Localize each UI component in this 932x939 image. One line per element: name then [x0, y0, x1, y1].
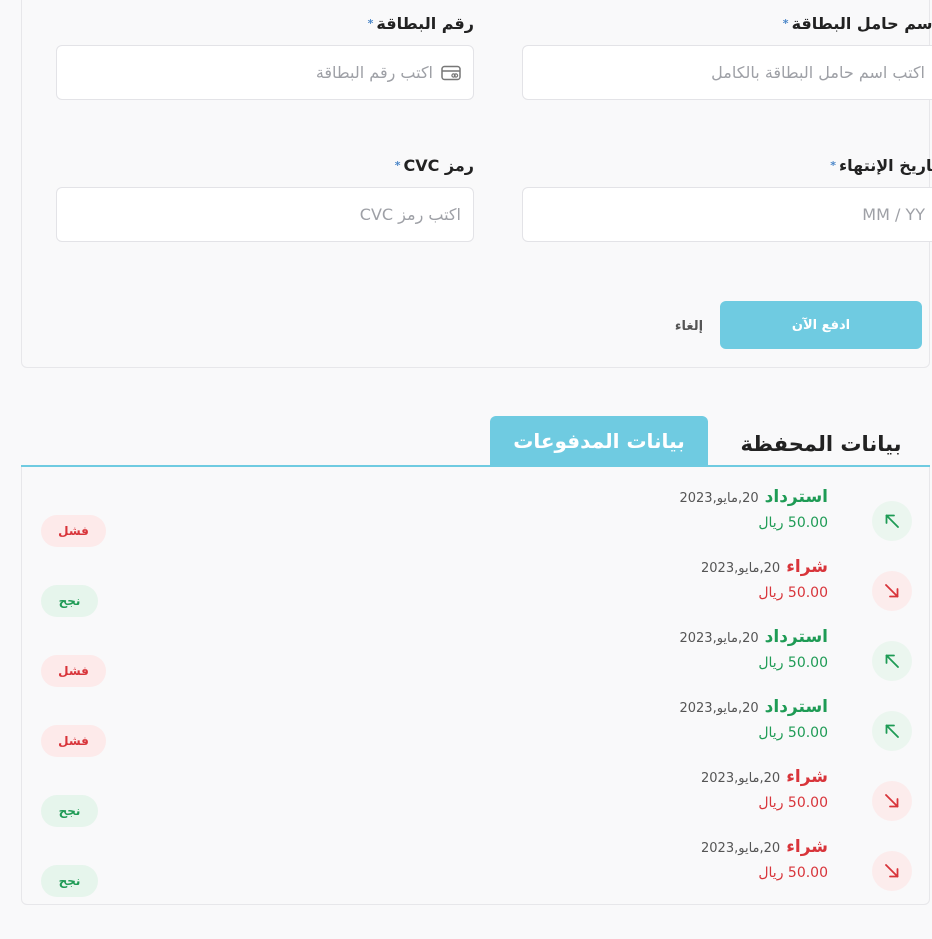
transaction-type: استرداد: [764, 487, 828, 507]
tab-payments-data[interactable]: بيانات المدفوعات: [490, 416, 708, 466]
transaction-type-icon: [872, 781, 912, 821]
transaction-date: 20,مايو,2023: [679, 631, 759, 646]
transaction-type-icon: [872, 851, 912, 891]
status-badge: نجح: [41, 585, 98, 617]
arrow-up-left-icon: [885, 514, 899, 528]
transaction-type: شراء: [786, 557, 828, 577]
transaction-type: شراء: [786, 767, 828, 787]
card-number-field: رقم البطاقة* اكتب رقم البطاقة: [56, 13, 474, 100]
cardholder-name-placeholder: اكتب اسم حامل البطاقة بالكامل: [711, 63, 925, 82]
transaction-details: استرداد 20,مايو,2023 50.00 ريال: [679, 627, 828, 671]
expiry-date-label: تاريخ الإنتهاء*: [830, 156, 932, 175]
transaction-date: 20,مايو,2023: [679, 491, 759, 506]
transaction-details: استرداد 20,مايو,2023 50.00 ريال: [679, 487, 828, 531]
transaction-date: 20,مايو,2023: [701, 841, 781, 856]
transactions-list: استرداد 20,مايو,2023 50.00 ريال فشل شراء 20,م…: [21, 467, 930, 905]
cardholder-name-input[interactable]: اكتب اسم حامل البطاقة بالكامل: [522, 45, 932, 100]
expiry-date-field: تاريخ الإنتهاء* MM / YY: [522, 155, 932, 242]
transaction-type: استرداد: [764, 627, 828, 647]
transaction-date: 20,مايو,2023: [701, 771, 781, 786]
transaction-type: شراء: [786, 837, 828, 857]
status-badge: نجح: [41, 795, 98, 827]
cancel-button[interactable]: إلغاء: [667, 315, 711, 337]
cvc-input[interactable]: اكتب رمز CVC: [56, 187, 474, 242]
transaction-date: 20,مايو,2023: [701, 561, 781, 576]
arrow-down-right-icon: [885, 794, 899, 808]
card-number-label: رقم البطاقة*: [367, 14, 474, 33]
transaction-row: شراء 20,مايو,2023 50.00 ريال نجح: [22, 767, 929, 827]
status-badge: فشل: [41, 725, 106, 757]
transaction-amount: 50.00 ريال: [758, 585, 828, 601]
transaction-type: استرداد: [764, 697, 828, 717]
transaction-details: شراء 20,مايو,2023 50.00 ريال: [701, 837, 828, 881]
arrow-up-left-icon: [885, 654, 899, 668]
transaction-row: استرداد 20,مايو,2023 50.00 ريال فشل: [22, 627, 929, 687]
cvc-field: رمز CVC* اكتب رمز CVC: [56, 155, 474, 242]
pay-now-button[interactable]: ادفع الآن: [720, 301, 922, 349]
transaction-amount: 50.00 ريال: [758, 795, 828, 811]
arrow-down-right-icon: [885, 864, 899, 878]
required-mark: *: [782, 17, 789, 30]
transaction-type-icon: [872, 501, 912, 541]
required-mark: *: [394, 159, 401, 172]
transaction-amount: 50.00 ريال: [758, 655, 828, 671]
required-mark: *: [367, 17, 374, 30]
cardholder-name-label: اسم حامل البطاقة*: [782, 14, 932, 33]
transaction-amount: 50.00 ريال: [758, 515, 828, 531]
transaction-type-icon: [872, 711, 912, 751]
transaction-type-icon: [872, 641, 912, 681]
card-number-input[interactable]: اكتب رقم البطاقة: [56, 45, 474, 100]
expiry-date-placeholder: MM / YY: [862, 205, 925, 224]
transaction-details: شراء 20,مايو,2023 50.00 ريال: [701, 767, 828, 811]
cardholder-name-field: اسم حامل البطاقة* اكتب اسم حامل البطاقة …: [522, 13, 932, 100]
card-payment-form: اسم حامل البطاقة* اكتب اسم حامل البطاقة …: [21, 0, 932, 368]
card-number-placeholder: اكتب رقم البطاقة: [315, 63, 433, 82]
expiry-date-input[interactable]: MM / YY: [522, 187, 932, 242]
status-badge: فشل: [41, 655, 106, 687]
credit-card-icon: [441, 65, 461, 80]
transaction-details: شراء 20,مايو,2023 50.00 ريال: [701, 557, 828, 601]
transaction-details: استرداد 20,مايو,2023 50.00 ريال: [679, 697, 828, 741]
transaction-date: 20,مايو,2023: [679, 701, 759, 716]
transaction-row: شراء 20,مايو,2023 50.00 ريال نجح: [22, 837, 929, 897]
cvc-placeholder: اكتب رمز CVC: [359, 205, 461, 224]
cvc-label: رمز CVC*: [394, 156, 474, 175]
arrow-up-left-icon: [885, 724, 899, 738]
transaction-amount: 50.00 ريال: [758, 725, 828, 741]
transaction-row: استرداد 20,مايو,2023 50.00 ريال فشل: [22, 487, 929, 547]
required-mark: *: [830, 159, 836, 172]
tab-wallet-data[interactable]: بيانات المحفظة: [735, 422, 907, 466]
arrow-down-right-icon: [885, 584, 899, 598]
transaction-amount: 50.00 ريال: [758, 865, 828, 881]
transaction-row: شراء 20,مايو,2023 50.00 ريال نجح: [22, 557, 929, 617]
transaction-row: استرداد 20,مايو,2023 50.00 ريال فشل: [22, 697, 929, 757]
status-badge: نجح: [41, 865, 98, 897]
status-badge: فشل: [41, 515, 106, 547]
transaction-type-icon: [872, 571, 912, 611]
